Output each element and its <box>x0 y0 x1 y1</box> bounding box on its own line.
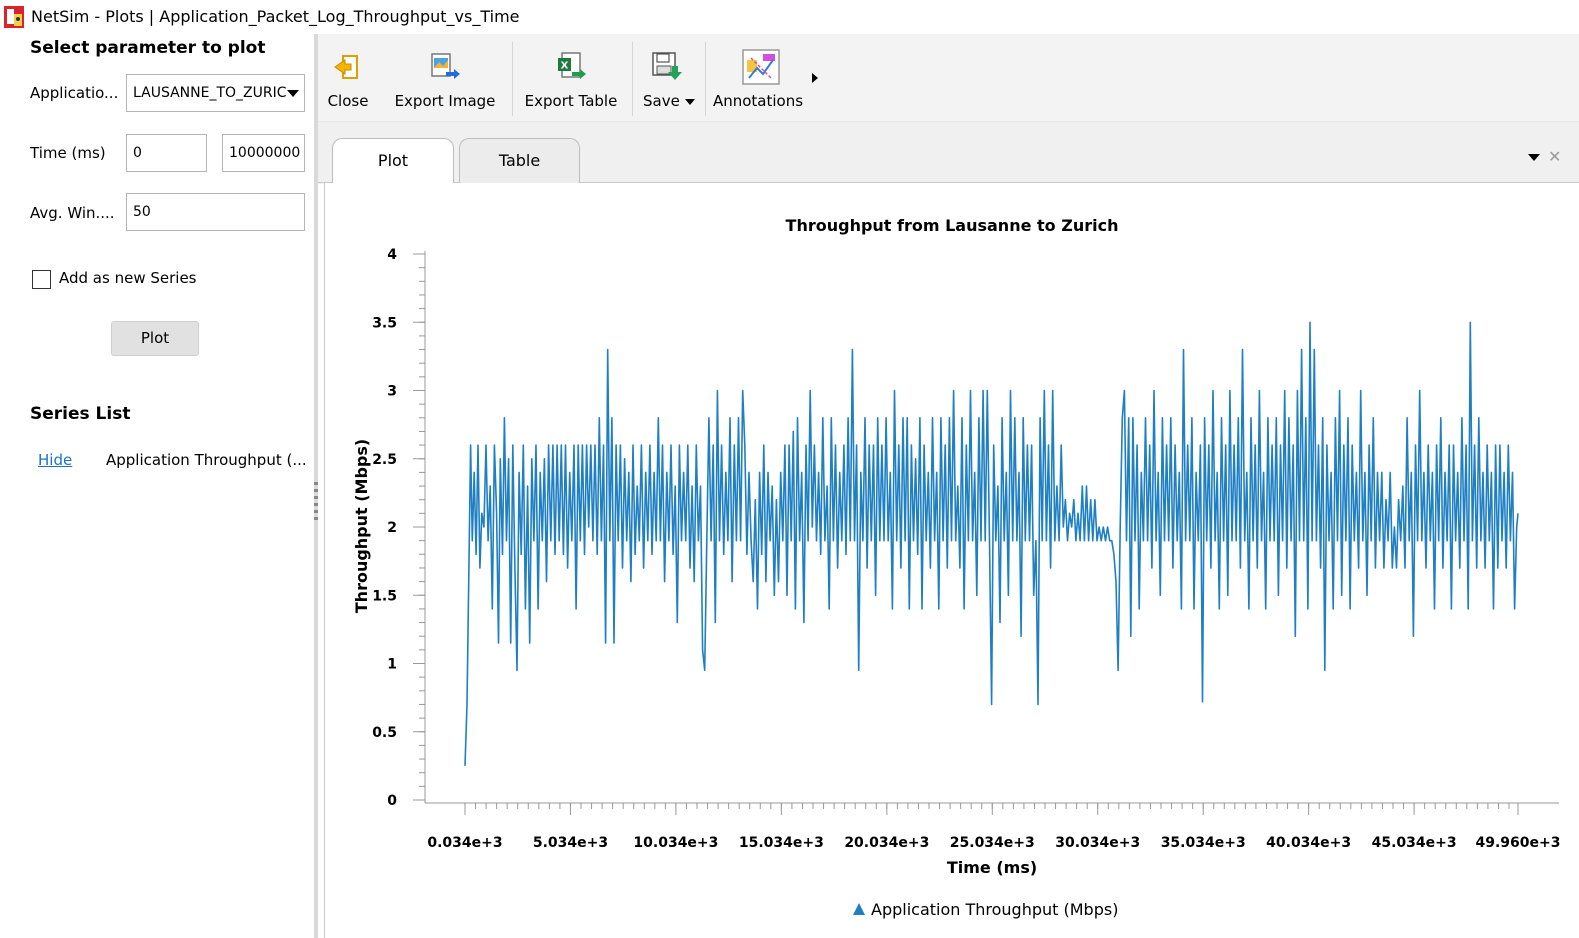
chart-title: Throughput from Lausanne to Zurich <box>786 216 1119 235</box>
x-tick-label: 30.034e+3 <box>1055 835 1140 851</box>
svg-text:X: X <box>561 61 569 72</box>
y-tick-label: 2.5 <box>372 452 397 468</box>
window-title-bar: NetSim - Plots | Application_Packet_Log_… <box>0 0 1579 34</box>
x-tick-label: 0.034e+3 <box>427 835 502 851</box>
time-start-input[interactable]: 0 <box>126 134 207 172</box>
series-list-item: Application Throughput (... <box>106 451 307 469</box>
close-tab-icon[interactable]: ✕ <box>1548 147 1561 166</box>
plot-button[interactable]: Plot <box>111 321 199 356</box>
y-tick-label: 4 <box>387 247 397 263</box>
save-button[interactable]: Save <box>638 34 702 122</box>
toolbar-separator <box>512 42 513 116</box>
x-tick-label: 25.034e+3 <box>950 835 1035 851</box>
y-tick-label: 0 <box>387 793 397 809</box>
parameter-heading: Select parameter to plot <box>30 38 266 58</box>
avg-window-input[interactable]: 50 <box>126 193 305 231</box>
annotations-button[interactable]: Annotations <box>711 34 805 122</box>
toolbar-separator <box>705 42 706 116</box>
y-tick-label: 3 <box>387 384 397 400</box>
series-list-heading: Series List <box>30 404 131 424</box>
chevron-down-icon[interactable] <box>685 99 695 105</box>
tab-table[interactable]: Table <box>459 138 580 184</box>
export-image-label: Export Image <box>394 92 496 110</box>
toolbar-overflow-icon[interactable] <box>812 73 818 83</box>
y-tick-label: 3.5 <box>372 315 397 331</box>
x-tick-label: 5.034e+3 <box>533 835 608 851</box>
application-dropdown[interactable]: LAUSANNE_TO_ZURIC <box>126 74 305 112</box>
y-tick-label: 1 <box>387 657 397 673</box>
y-axis-label: Throughput (Mbps) <box>352 439 371 613</box>
save-icon <box>652 52 682 80</box>
y-tick-label: 2 <box>387 520 397 536</box>
add-as-new-series-label: Add as new Series <box>59 269 197 287</box>
netsim-app-icon <box>4 6 24 28</box>
export-image-icon <box>431 53 460 79</box>
close-label: Close <box>327 92 369 110</box>
application-label: Applicatio... <box>30 84 119 102</box>
avg-window-label: Avg. Win.... <box>30 204 115 222</box>
close-button[interactable]: Close <box>320 34 376 122</box>
x-tick-label: 10.034e+3 <box>633 835 718 851</box>
toolbar-separator <box>632 42 633 116</box>
toolbar: Close Export Image X Export Table Save A… <box>318 34 1579 122</box>
series-line <box>464 321 1519 766</box>
x-tick-label: 35.034e+3 <box>1161 835 1246 851</box>
chevron-down-icon <box>287 90 299 97</box>
export-table-button[interactable]: X Export Table <box>521 34 621 122</box>
plot-area: Throughput from Lausanne to Zurich Throu… <box>324 183 1579 938</box>
legend-series-name: Application Throughput (Mbps) <box>871 900 1118 919</box>
save-label: Save <box>643 92 680 110</box>
splitter-grip-icon[interactable] <box>314 482 318 522</box>
time-label: Time (ms) <box>30 144 106 162</box>
x-tick-label: 15.034e+3 <box>739 835 824 851</box>
application-dropdown-value: LAUSANNE_TO_ZURIC <box>133 85 287 101</box>
chart-legend: Application Throughput (Mbps) <box>853 900 1118 919</box>
x-tick-label: 45.034e+3 <box>1372 835 1457 851</box>
export-table-icon: X <box>558 52 586 79</box>
y-tick-label: 1.5 <box>372 588 397 604</box>
throughput-chart[interactable]: Throughput from Lausanne to Zurich Throu… <box>325 183 1579 938</box>
close-icon <box>334 55 358 79</box>
legend-marker-icon <box>853 903 865 915</box>
x-tick-label: 49.960e+3 <box>1476 835 1561 851</box>
y-tick-label: 0.5 <box>372 725 397 741</box>
x-tick-label: 20.034e+3 <box>844 835 929 851</box>
x-axis-label: Time (ms) <box>947 858 1037 877</box>
export-image-button[interactable]: Export Image <box>392 34 498 122</box>
window-title: NetSim - Plots | Application_Packet_Log_… <box>31 7 520 26</box>
x-tick-label: 40.034e+3 <box>1266 835 1351 851</box>
add-as-new-series-checkbox[interactable] <box>32 270 51 289</box>
time-end-input[interactable]: 10000000 <box>222 134 305 172</box>
annotations-icon <box>742 49 780 85</box>
tab-plot[interactable]: Plot <box>332 138 454 185</box>
hide-series-link[interactable]: Hide <box>38 451 72 469</box>
export-table-label: Export Table <box>524 92 618 110</box>
tab-menu-icon[interactable] <box>1528 154 1540 161</box>
parameter-panel: Select parameter to plot Applicatio... L… <box>0 34 314 938</box>
annotations-label: Annotations <box>712 92 804 110</box>
